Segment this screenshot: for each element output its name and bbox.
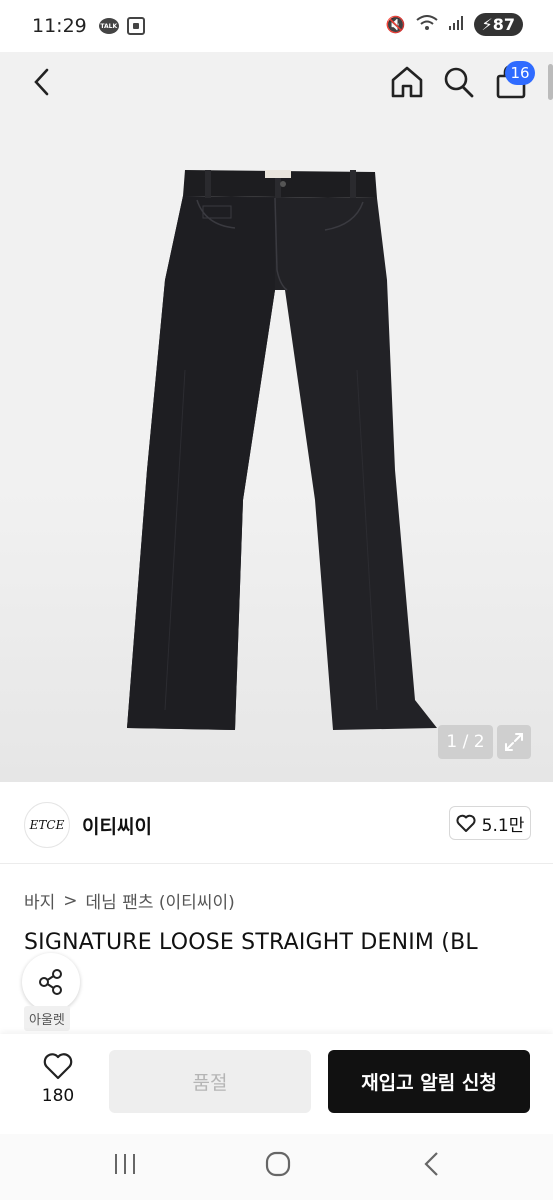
status-notification-icons: TALK bbox=[98, 17, 145, 35]
wifi-icon bbox=[415, 14, 438, 35]
share-button[interactable] bbox=[22, 953, 80, 1011]
expand-button[interactable] bbox=[497, 725, 531, 759]
product-image[interactable] bbox=[125, 170, 440, 740]
breadcrumb-item-category[interactable]: 바지 bbox=[24, 888, 55, 913]
soldout-button: 품절 bbox=[109, 1050, 311, 1113]
battery-indicator: ⚡87 bbox=[473, 13, 523, 36]
kakaotalk-icon: TALK bbox=[98, 18, 119, 34]
system-nav-bar bbox=[0, 1134, 553, 1200]
screenshot-icon bbox=[126, 17, 145, 35]
wishlist-button[interactable]: 180 bbox=[30, 1052, 86, 1112]
brand-logo[interactable]: ETCE bbox=[24, 802, 70, 848]
search-button[interactable] bbox=[440, 62, 478, 102]
brand-row: ETCE 이티씨이 5.1만 bbox=[0, 782, 553, 864]
scroll-indicator bbox=[548, 64, 553, 100]
status-bar: 11:29 TALK 🔇 ⚡87 bbox=[0, 0, 553, 52]
outlet-badge: 아울렛 bbox=[24, 1006, 70, 1031]
system-back-icon[interactable] bbox=[420, 1150, 444, 1178]
home-button[interactable] bbox=[388, 62, 426, 102]
gallery-pager: 1 / 2 bbox=[438, 725, 493, 759]
status-time: 11:29 bbox=[32, 15, 87, 37]
back-button[interactable] bbox=[24, 62, 60, 102]
heart-icon bbox=[43, 1053, 73, 1080]
brand-name[interactable]: 이티씨이 bbox=[82, 812, 152, 839]
battery-level: 87 bbox=[492, 15, 515, 34]
search-icon bbox=[444, 67, 474, 98]
brand-like-button[interactable]: 5.1만 bbox=[449, 806, 531, 840]
breadcrumb-item-subcategory[interactable]: 데님 팬츠 (이티씨이) bbox=[86, 888, 235, 913]
breadcrumb-separator: > bbox=[63, 890, 78, 911]
recent-apps-icon[interactable] bbox=[112, 1152, 138, 1176]
top-nav bbox=[0, 52, 553, 112]
home-icon bbox=[391, 66, 423, 98]
bottom-action-bar: 180 품절 재입고 알림 신청 bbox=[0, 1034, 553, 1134]
status-right-icons: 🔇 ⚡87 bbox=[386, 13, 523, 36]
product-title: SIGNATURE LOOSE STRAIGHT DENIM (BL bbox=[24, 930, 478, 955]
wishlist-count: 180 bbox=[41, 1086, 75, 1106]
brand-like-count: 5.1만 bbox=[481, 815, 525, 836]
expand-icon bbox=[505, 733, 523, 751]
breadcrumb: 바지 > 데님 팬츠 (이티씨이) bbox=[24, 888, 235, 914]
mute-icon: 🔇 bbox=[385, 15, 406, 34]
signal-icon bbox=[448, 15, 464, 35]
system-home-icon[interactable] bbox=[264, 1150, 292, 1178]
heart-icon bbox=[456, 814, 476, 832]
restock-alert-button[interactable]: 재입고 알림 신청 bbox=[328, 1050, 530, 1113]
share-icon bbox=[39, 969, 62, 995]
chevron-left-icon bbox=[34, 68, 49, 96]
cart-count-badge: 16 bbox=[505, 61, 535, 85]
